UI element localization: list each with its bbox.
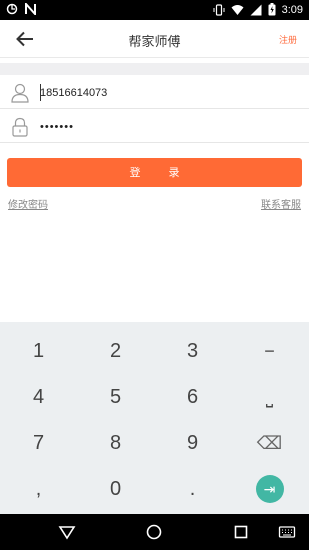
register-link[interactable]: 注册	[279, 33, 297, 46]
password-input[interactable]	[40, 118, 290, 136]
enter-icon: ⇥	[255, 475, 284, 503]
phone-input[interactable]	[40, 84, 290, 102]
key-0[interactable]: 0	[77, 466, 154, 512]
key-space[interactable]: ⎵	[231, 374, 308, 420]
key-7[interactable]: 7	[0, 420, 77, 466]
key-4[interactable]: 4	[0, 374, 77, 420]
system-nav-bar	[0, 514, 309, 550]
backspace-key[interactable]: ⌫	[231, 420, 308, 466]
status-right: 3:09	[213, 3, 303, 16]
keyboard-switch-icon[interactable]	[277, 523, 297, 541]
page-title: 帮家师傅	[128, 35, 181, 50]
key-9[interactable]: 9	[154, 420, 231, 466]
key-6[interactable]: 6	[154, 374, 231, 420]
vibrate-icon	[213, 3, 225, 16]
recents-square-icon[interactable]	[231, 523, 251, 541]
back-triangle-icon[interactable]	[57, 523, 77, 541]
enter-key[interactable]: ⇥	[231, 466, 308, 512]
battery-icon	[268, 3, 276, 16]
login-button[interactable]: 登录	[7, 158, 302, 187]
key-comma[interactable]: ,	[0, 466, 77, 512]
enter-glyph: ⇥	[263, 480, 276, 497]
status-left	[6, 3, 36, 15]
user-icon	[11, 83, 29, 103]
sync-icon	[6, 3, 18, 15]
key-8[interactable]: 8	[77, 420, 154, 466]
section-divider	[0, 63, 309, 75]
app-bar: 帮家师傅 注册	[0, 20, 309, 58]
lock-icon	[12, 117, 28, 137]
notification-n-icon	[25, 3, 36, 15]
password-field-row	[0, 110, 309, 143]
phone-field-row	[0, 76, 309, 109]
home-circle-icon[interactable]	[144, 523, 164, 541]
status-bar: 3:09	[0, 0, 309, 20]
key-3[interactable]: 3	[154, 328, 231, 374]
key-period[interactable]: .	[154, 466, 231, 512]
key-2[interactable]: 2	[77, 328, 154, 374]
key-minus[interactable]: −	[231, 328, 308, 374]
key-5[interactable]: 5	[77, 374, 154, 420]
status-time: 3:09	[281, 3, 303, 16]
contact-support-link[interactable]: 联系客服	[261, 196, 301, 211]
change-password-link[interactable]: 修改密码	[8, 196, 48, 211]
key-1[interactable]: 1	[0, 328, 77, 374]
numeric-keyboard: 1 2 3 − 4 5 6 ⎵ 7 8 9 ⌫ , 0 . ⇥	[0, 322, 309, 514]
signal-icon	[250, 4, 262, 15]
wifi-icon	[231, 4, 244, 15]
